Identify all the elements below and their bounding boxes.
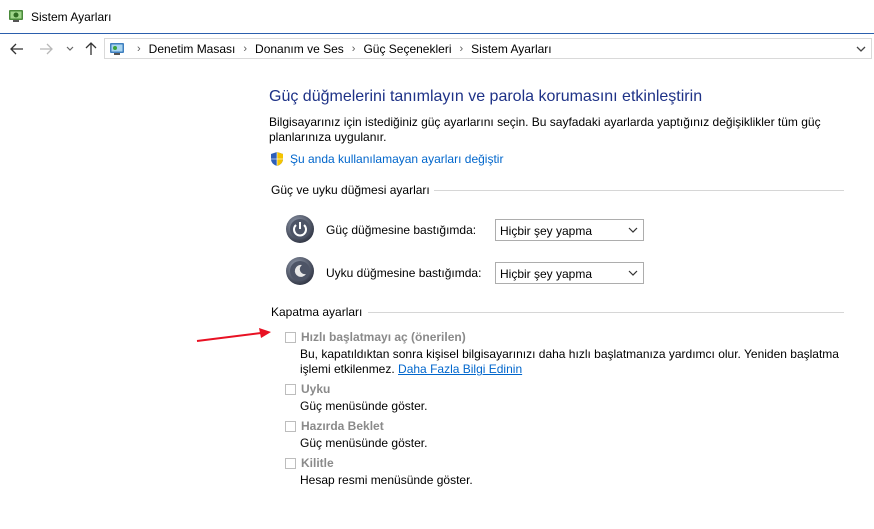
- power-button-label: Güç düğmesine bastığımda:: [326, 223, 477, 237]
- power-section-heading: Güç ve uyku düğmesi ayarları: [271, 183, 430, 197]
- fast-startup-desc-text: Bu, kapatıldıktan sonra kişisel bilgisay…: [300, 347, 839, 376]
- sleep-label: Uyku: [301, 382, 331, 396]
- chevron-right-icon: ›: [459, 43, 464, 55]
- uac-shield-icon: [271, 152, 283, 166]
- arrow-right-icon: [40, 43, 53, 55]
- page-description: Bilgisayarınız için istediğiniz güç ayar…: [269, 115, 821, 144]
- lock-option[interactable]: Kilitle: [285, 456, 334, 470]
- back-button[interactable]: [8, 40, 26, 58]
- breadcrumb-hardware-sound[interactable]: Donanım ve Ses: [255, 42, 344, 56]
- learn-more-link[interactable]: Daha Fazla Bilgi Edinin: [398, 362, 522, 376]
- chevron-down-icon: [628, 270, 638, 276]
- window-title: Sistem Ayarları: [31, 10, 112, 24]
- hibernate-label: Hazırda Beklet: [301, 419, 384, 433]
- up-button[interactable]: [82, 40, 100, 58]
- recent-locations-button[interactable]: [61, 40, 79, 58]
- fast-startup-label: Hızlı başlatmayı aç (önerilen): [301, 330, 466, 344]
- arrow-up-icon: [85, 42, 97, 55]
- sleep-checkbox[interactable]: [285, 383, 296, 395]
- change-settings-link[interactable]: Şu anda kullanılamayan ayarları değiştir: [290, 152, 503, 166]
- forward-button[interactable]: [37, 40, 55, 58]
- power-options-icon: [9, 10, 23, 22]
- title-bar: Sistem Ayarları: [0, 0, 874, 34]
- sleep-description: Güç menüsünde göster.: [300, 399, 428, 413]
- page-title: Güç düğmelerini tanımlayın ve parola kor…: [269, 88, 703, 105]
- control-panel-icon: [110, 43, 124, 55]
- sleep-option[interactable]: Uyku: [285, 382, 330, 396]
- change-settings-link-row[interactable]: Şu anda kullanılamayan ayarları değiştir: [269, 151, 503, 167]
- breadcrumb: › Denetim Masası › Donanım ve Ses › Güç …: [129, 42, 552, 56]
- chevron-down-icon: [66, 46, 74, 51]
- chevron-down-icon: [628, 227, 638, 233]
- chevron-right-icon: ›: [243, 43, 248, 55]
- breadcrumb-system-settings[interactable]: Sistem Ayarları: [471, 42, 551, 56]
- power-button-icon: [286, 215, 314, 243]
- address-bar[interactable]: › Denetim Masası › Donanım ve Ses › Güç …: [104, 38, 872, 59]
- power-button-action-value: Hiçbir şey yapma: [500, 224, 593, 238]
- sleep-button-label: Uyku düğmesine bastığımda:: [326, 266, 482, 280]
- sleep-button-action-value: Hiçbir şey yapma: [500, 267, 593, 281]
- hibernate-description: Güç menüsünde göster.: [300, 436, 428, 450]
- shutdown-section-heading: Kapatma ayarları: [271, 305, 363, 319]
- chevron-right-icon: ›: [137, 43, 141, 55]
- fast-startup-checkbox[interactable]: [285, 331, 296, 343]
- lock-label: Kilitle: [301, 456, 334, 470]
- sleep-button-icon: [286, 257, 314, 285]
- fast-startup-option[interactable]: Hızlı başlatmayı aç (önerilen): [285, 330, 466, 344]
- divider: [434, 190, 844, 191]
- sleep-button-action-select[interactable]: Hiçbir şey yapma: [495, 262, 644, 284]
- red-arrow-annotation: [196, 328, 271, 342]
- breadcrumb-control-panel[interactable]: Denetim Masası: [149, 42, 236, 56]
- hibernate-option[interactable]: Hazırda Beklet: [285, 419, 384, 433]
- power-button-action-select[interactable]: Hiçbir şey yapma: [495, 219, 644, 241]
- arrow-left-icon: [10, 43, 23, 55]
- chevron-down-icon[interactable]: [855, 42, 867, 56]
- hibernate-checkbox[interactable]: [285, 420, 296, 432]
- lock-description: Hesap resmi menüsünde göster.: [300, 473, 473, 487]
- breadcrumb-power-options[interactable]: Güç Seçenekleri: [363, 42, 451, 56]
- fast-startup-description: Bu, kapatıldıktan sonra kişisel bilgisay…: [300, 347, 840, 377]
- chevron-right-icon: ›: [351, 43, 356, 55]
- divider: [368, 312, 844, 313]
- lock-checkbox[interactable]: [285, 457, 296, 469]
